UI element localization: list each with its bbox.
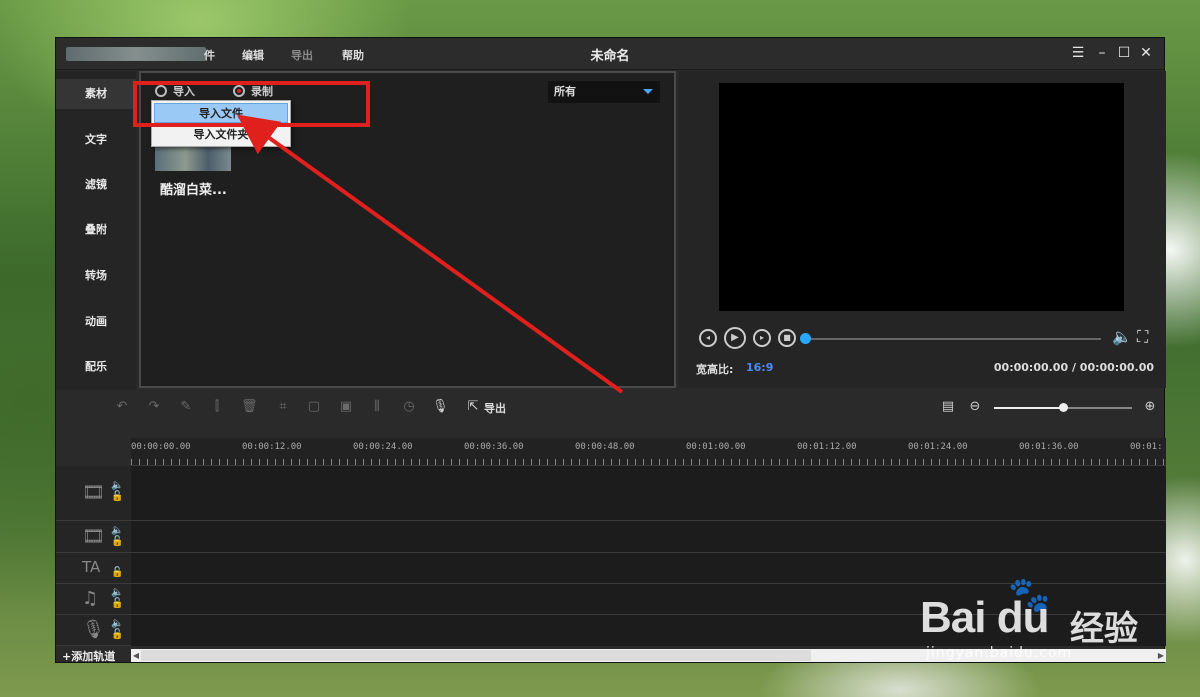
audio-mix-icon[interactable]: ⫼: [369, 399, 385, 415]
track-headers: 🎞 🔈 🔓 🎞 🔈 🔓 TA 🔓 ♫ 🔈 🔓 🎙 🔈 🔓: [56, 466, 131, 646]
delete-icon[interactable]: 🗑: [241, 399, 258, 415]
add-track-button[interactable]: +添加轨道: [62, 648, 115, 664]
import-folder-item[interactable]: 导入文件夹: [154, 125, 288, 145]
scroll-left-icon[interactable]: ◀: [131, 649, 141, 662]
microphone-icon[interactable]: 🎙: [432, 399, 449, 415]
watermark-cn: 经验: [1070, 609, 1138, 649]
text-icon: TA: [82, 558, 101, 576]
minimize-icon[interactable]: –: [1093, 44, 1111, 62]
sidebar-item-filter[interactable]: 滤镜: [56, 170, 136, 200]
clip-label: 酷溜白菜...: [160, 183, 227, 198]
zoom-out-icon[interactable]: ⊖: [967, 399, 983, 415]
freeze-frame-icon[interactable]: ▣: [338, 399, 354, 415]
ruler-tick-label: 00:00:12.00: [242, 442, 302, 452]
play-icon[interactable]: ▶: [724, 327, 746, 349]
maximize-icon[interactable]: ☐: [1115, 44, 1133, 62]
watermark-url: jingyan.baidu.com: [926, 645, 1073, 661]
film-icon: 🎞: [82, 526, 105, 547]
track-head-music: ♫ 🔈 🔓: [56, 584, 131, 615]
progress-knob[interactable]: [800, 333, 811, 344]
watermark-brand: Bai du: [920, 593, 1049, 642]
timeline-toolbar: ↶ ↷ ✎ ⫿ 🗑 ⌗ ▢ ▣ ⫼ ◷ 🎙 ⇱ 导出 ▤ ⊖ ⊕: [56, 390, 1164, 425]
ruler-tick-label: 00:00:00.00: [131, 442, 191, 452]
close-icon[interactable]: ✕: [1137, 44, 1155, 62]
ruler-tick-label: 00:01:: [1130, 442, 1163, 452]
duration-icon[interactable]: ◷: [401, 399, 417, 415]
ruler-tick-label: 00:00:36.00: [464, 442, 524, 452]
sidebar-item-animation[interactable]: 动画: [56, 307, 136, 337]
scrollbar-thumb[interactable]: [141, 650, 811, 661]
hamburger-menu-icon[interactable]: ☰: [1069, 44, 1087, 62]
title-bar: 件 编辑 导出 帮助 未命名 ☰ – ☐ ✕: [56, 38, 1164, 70]
aspect-ratio-value[interactable]: 16:9: [746, 361, 773, 374]
filter-value: 所有: [554, 85, 576, 98]
track-row[interactable]: [131, 521, 1166, 553]
mute-lock-icon[interactable]: 🔈 🔓: [111, 480, 123, 502]
ruler-tick-label: 00:01:12.00: [797, 442, 857, 452]
ruler-tick-label: 00:01:24.00: [908, 442, 968, 452]
mute-lock-icon[interactable]: 🔈 🔓: [111, 525, 123, 547]
ruler-ticks: [131, 459, 1166, 465]
edit-icon[interactable]: ✎: [178, 399, 194, 415]
ruler-tick-label: 00:00:48.00: [575, 442, 635, 452]
timeline-ruler[interactable]: 00:00:00.00 00:00:12.00 00:00:24.00 00:00:3…: [131, 438, 1166, 466]
zoom-fill: [994, 407, 1063, 409]
fullscreen-icon[interactable]: ⛶: [1137, 327, 1148, 347]
track-head-text: TA 🔓: [56, 553, 131, 584]
track-head-video-main: 🎞 🔈 🔓: [56, 466, 131, 521]
crop-icon[interactable]: ⌗: [275, 399, 291, 415]
stop-icon[interactable]: ■: [778, 329, 796, 347]
sidebar-item-music[interactable]: 配乐: [56, 352, 136, 382]
mute-lock-icon[interactable]: 🔈 🔓: [111, 587, 123, 609]
media-filter-select[interactable]: 所有: [548, 81, 660, 103]
film-icon: 🎞: [82, 482, 105, 503]
lock-icon[interactable]: 🔓: [111, 567, 123, 578]
microphone-icon: 🎙: [82, 619, 105, 640]
zoom-knob[interactable]: [1059, 403, 1068, 412]
undo-icon[interactable]: ↶: [114, 399, 130, 415]
ruler-tick-label: 00:00:24.00: [353, 442, 413, 452]
track-head-voice: 🎙 🔈 🔓: [56, 615, 131, 646]
chevron-down-icon: [643, 89, 653, 94]
export-button[interactable]: 导出: [484, 400, 506, 416]
ruler-tick-label: 00:01:36.00: [1019, 442, 1079, 452]
sidebar-item-media[interactable]: 素材: [56, 79, 136, 109]
ruler-tick-label: 00:01:00.00: [686, 442, 746, 452]
clip-thumbnail[interactable]: [155, 147, 231, 171]
video-preview: [719, 83, 1124, 311]
preview-panel: ◂ ▶ ▸ ■ 🔈 ⛶ 宽高比: 16:9 00:00:00.00 / 00:0…: [679, 71, 1166, 388]
next-frame-icon[interactable]: ▸: [753, 329, 771, 347]
mosaic-icon[interactable]: ▢: [306, 399, 322, 415]
progress-track[interactable]: [803, 338, 1101, 340]
aspect-ratio-label: 宽高比:: [696, 363, 734, 376]
track-row[interactable]: [131, 466, 1166, 521]
sidebar-item-overlay[interactable]: 叠附: [56, 215, 136, 245]
sidebar: 素材 文字 滤镜 叠附 转场 动画 配乐: [56, 71, 136, 391]
highlight-box: [133, 81, 370, 127]
sidebar-item-text[interactable]: 文字: [56, 125, 136, 155]
baidu-watermark: 🐾 Bai du 经验 jingyan.baidu.com: [920, 575, 1160, 670]
zoom-in-icon[interactable]: ⊕: [1142, 399, 1158, 415]
editor-window: 件 编辑 导出 帮助 未命名 ☰ – ☐ ✕ 素材 文字 滤镜 叠附 转场 动画…: [55, 37, 1166, 664]
prev-frame-icon[interactable]: ◂: [699, 329, 717, 347]
export-icon[interactable]: ⇱: [465, 399, 481, 415]
split-icon[interactable]: ⫿: [209, 399, 225, 415]
volume-icon[interactable]: 🔈: [1112, 327, 1132, 346]
track-head-video-2: 🎞 🔈 🔓: [56, 521, 131, 553]
sidebar-item-transition[interactable]: 转场: [56, 261, 136, 291]
fit-timeline-icon[interactable]: ▤: [940, 399, 956, 415]
timecode: 00:00:00.00 / 00:00:00.00: [993, 361, 1154, 374]
window-title: 未命名: [590, 49, 630, 64]
redo-icon[interactable]: ↷: [146, 399, 162, 415]
music-note-icon: ♫: [82, 588, 99, 609]
mute-lock-icon[interactable]: 🔈 🔓: [111, 618, 123, 640]
